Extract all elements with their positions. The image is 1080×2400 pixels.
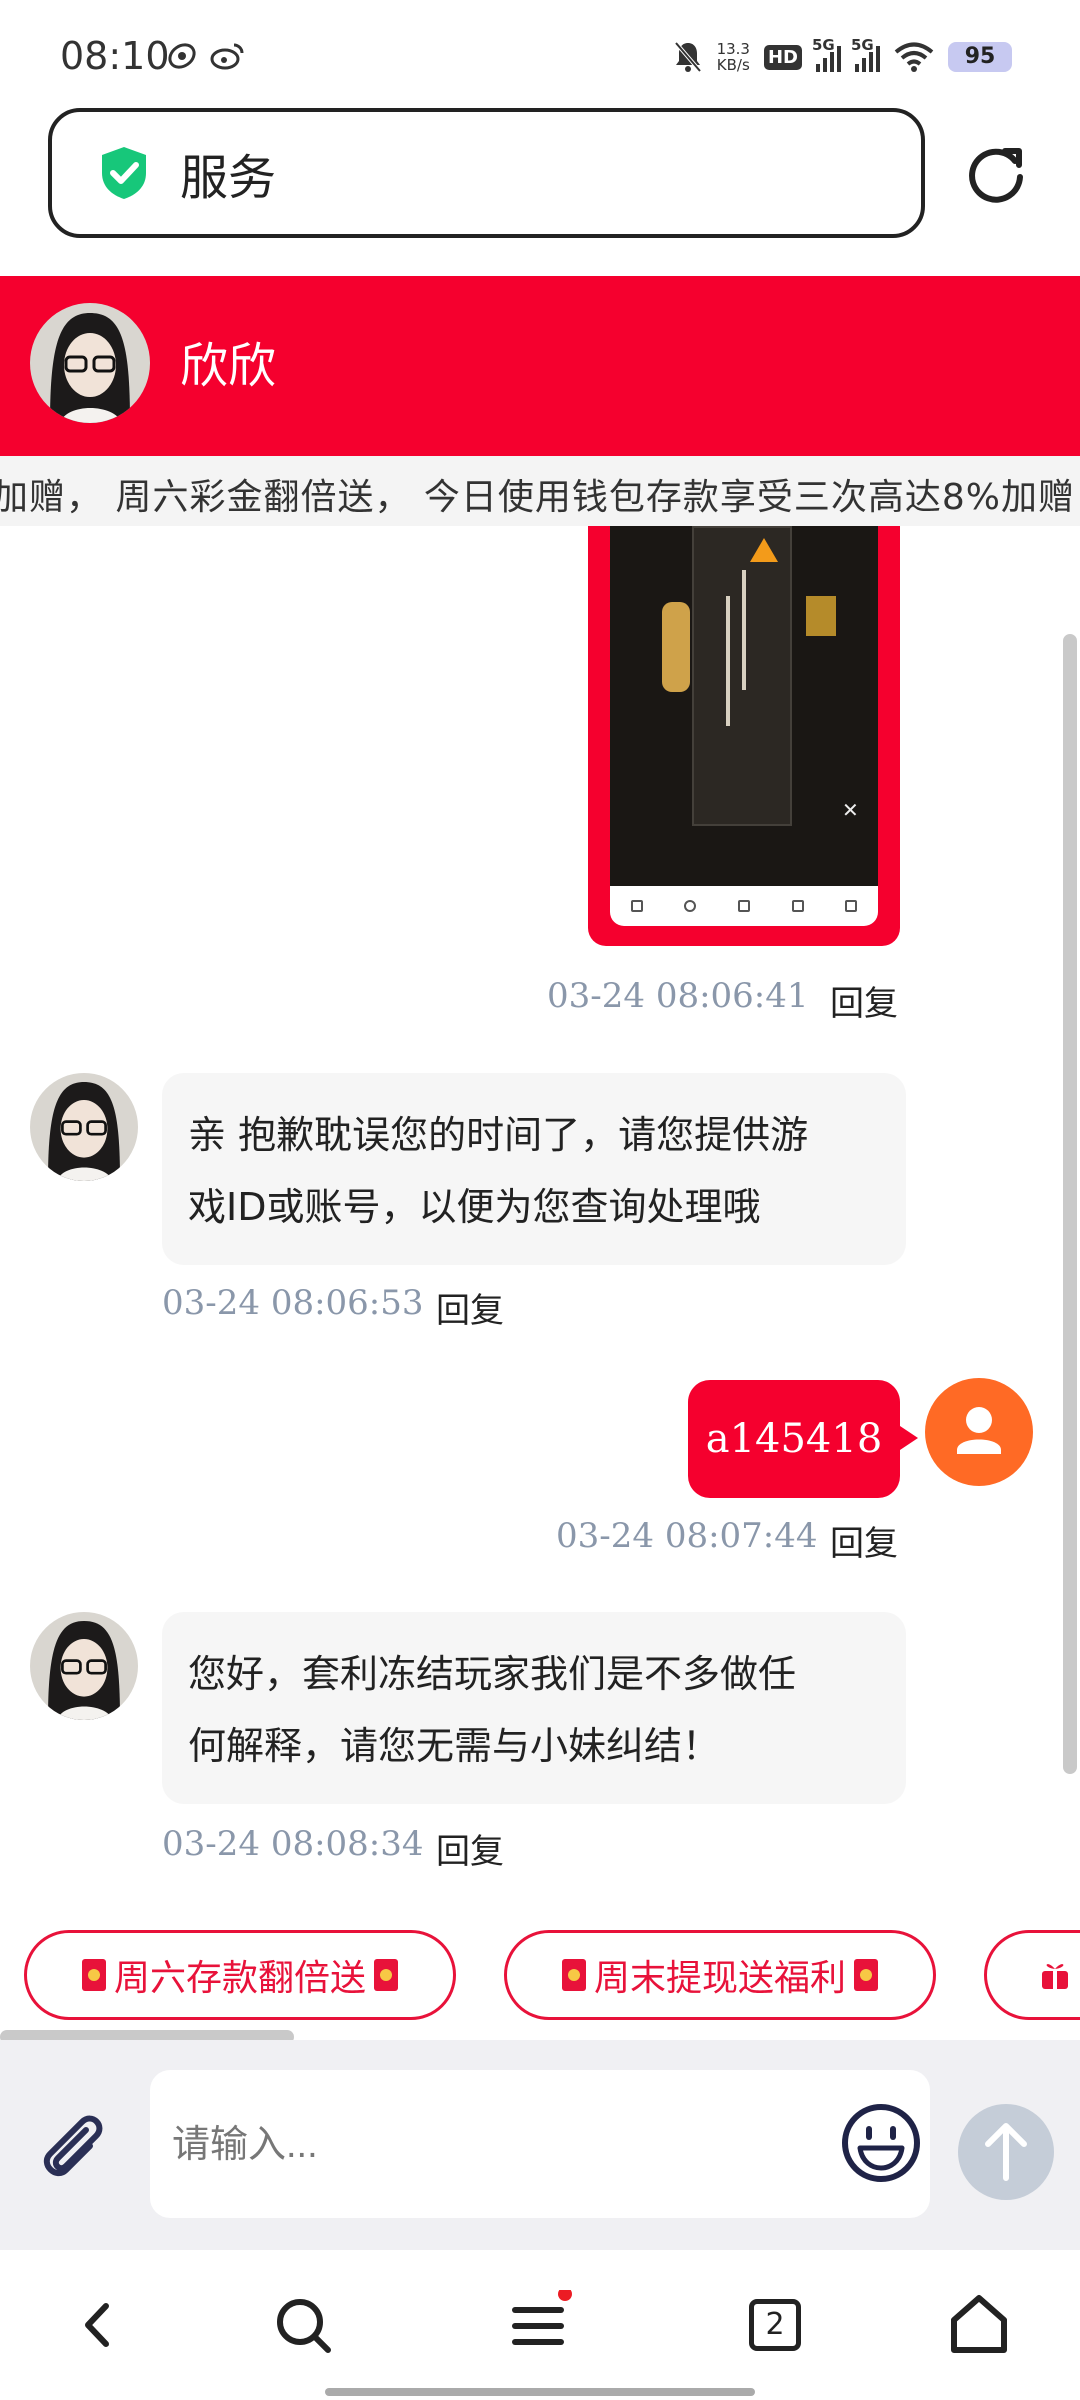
tab-count: 2 <box>749 2299 801 2351</box>
screenshot-image: ✕ <box>610 526 878 886</box>
signal-label: 5G <box>851 36 874 54</box>
message-time: 03-24 08:07:44 <box>556 1516 818 1556</box>
chat-scrollbar[interactable] <box>1063 634 1077 1774</box>
gift-icon <box>1042 1964 1068 1989</box>
user-avatar[interactable] <box>925 1378 1033 1486</box>
home-indicator[interactable] <box>325 2388 755 2396</box>
message-text-line: 您好，套利冻结玩家我们是不多做任 <box>188 1652 797 1696</box>
back-icon[interactable] <box>64 2290 134 2360</box>
message-time: 03-24 08:06:41 <box>547 976 809 1016</box>
quick-action-chip[interactable] <box>984 1930 1080 2020</box>
red-envelope-icon <box>561 1959 586 1991</box>
image-message[interactable]: ✕ <box>588 526 900 946</box>
signal-icon: 5G <box>851 36 880 72</box>
wifi-icon <box>894 42 934 72</box>
hd-badge: HD <box>763 44 802 70</box>
page-title: 服务 <box>180 150 277 206</box>
message-text-line: 何解释，请您无需与小妹纠结！ <box>188 1724 721 1768</box>
status-bar: 08:10 13.3 KB/s HD 5G 5G 95 <box>0 0 1080 105</box>
agent-avatar[interactable] <box>30 1612 138 1720</box>
message-bubble[interactable]: 亲 抱歉耽误您的时间了，请您提供游 戏ID或账号，以便为您查询处理哦 <box>162 1073 906 1265</box>
announcement-marquee: 加赠， 周六彩金翻倍送， 今日使用钱包存款享受三次高达8%加赠 <box>0 456 1080 526</box>
quick-action-chip[interactable]: 周末提现送福利 <box>504 1930 936 2020</box>
screenshot-nav <box>610 886 878 926</box>
composer <box>0 2040 1080 2250</box>
refresh-icon[interactable] <box>965 143 1027 205</box>
signal-icon: 5G <box>812 36 841 72</box>
message-bubble[interactable]: 您好，套利冻结玩家我们是不多做任 何解释，请您无需与小妹纠结！ <box>162 1612 906 1804</box>
chip-label: 周末提现送福利 <box>593 1958 846 1999</box>
arrow-up-icon <box>985 2123 1027 2181</box>
address-bar[interactable]: 服务 <box>48 108 925 238</box>
menu-icon[interactable] <box>505 2290 575 2360</box>
home-icon[interactable] <box>944 2290 1014 2360</box>
chat-header: 欣欣 <box>0 276 1080 456</box>
agent-name: 欣欣 <box>180 338 277 394</box>
net-speed-value: 13.3 <box>716 40 750 58</box>
battery-indicator: 95 <box>948 42 1012 72</box>
paperclip-icon[interactable] <box>34 2110 114 2190</box>
quick-action-chip[interactable]: 周六存款翻倍送 <box>24 1930 456 2020</box>
red-envelope-icon <box>854 1959 878 1991</box>
message-time: 03-24 08:08:34 <box>162 1824 424 1864</box>
agent-avatar[interactable] <box>30 1073 138 1181</box>
send-button[interactable] <box>958 2104 1054 2200</box>
emoji-icon[interactable] <box>840 2102 922 2184</box>
marquee-text: 加赠， 周六彩金翻倍送， 今日使用钱包存款享受三次高达8%加赠 <box>0 477 1075 518</box>
shield-check-icon <box>102 147 146 199</box>
message-input-container[interactable] <box>150 2070 930 2218</box>
mute-icon <box>674 41 702 73</box>
reply-button[interactable]: 回复 <box>436 1824 504 1873</box>
app-notification-icon <box>168 43 196 69</box>
message-text-line: 亲 抱歉耽误您的时间了，请您提供游 <box>188 1113 809 1157</box>
close-icon: ✕ <box>842 798 859 822</box>
reply-button[interactable]: 回复 <box>436 1283 504 1332</box>
net-speed-unit: KB/s <box>716 56 750 74</box>
net-speed: 13.3 KB/s <box>717 41 750 73</box>
status-right: 13.3 KB/s HD 5G 5G 95 <box>673 30 1012 84</box>
message-time: 03-24 08:06:53 <box>162 1283 424 1323</box>
browser-bottom-nav: 2 <box>0 2250 1080 2400</box>
red-envelope-icon <box>81 1959 106 1991</box>
reply-button[interactable]: 回复 <box>830 1516 898 1565</box>
weibo-icon <box>210 43 244 70</box>
message-input[interactable] <box>172 2110 772 2180</box>
message-bubble-outgoing[interactable]: a145418 <box>688 1380 918 1498</box>
tabs-button[interactable]: 2 <box>740 2290 810 2360</box>
user-icon <box>957 1407 1001 1454</box>
quick-actions-bar[interactable]: 周六存款翻倍送 周末提现送福利 <box>0 1896 1080 2026</box>
red-envelope-icon <box>374 1959 398 1991</box>
search-icon[interactable] <box>268 2290 338 2360</box>
agent-avatar[interactable] <box>30 303 150 423</box>
status-time: 08:10 <box>60 34 170 78</box>
signal-label: 5G <box>812 36 835 54</box>
chip-label: 周六存款翻倍送 <box>113 1958 366 1999</box>
message-text-line: 戏ID或账号，以便为您查询处理哦 <box>188 1185 761 1229</box>
reply-button[interactable]: 回复 <box>830 976 898 1025</box>
